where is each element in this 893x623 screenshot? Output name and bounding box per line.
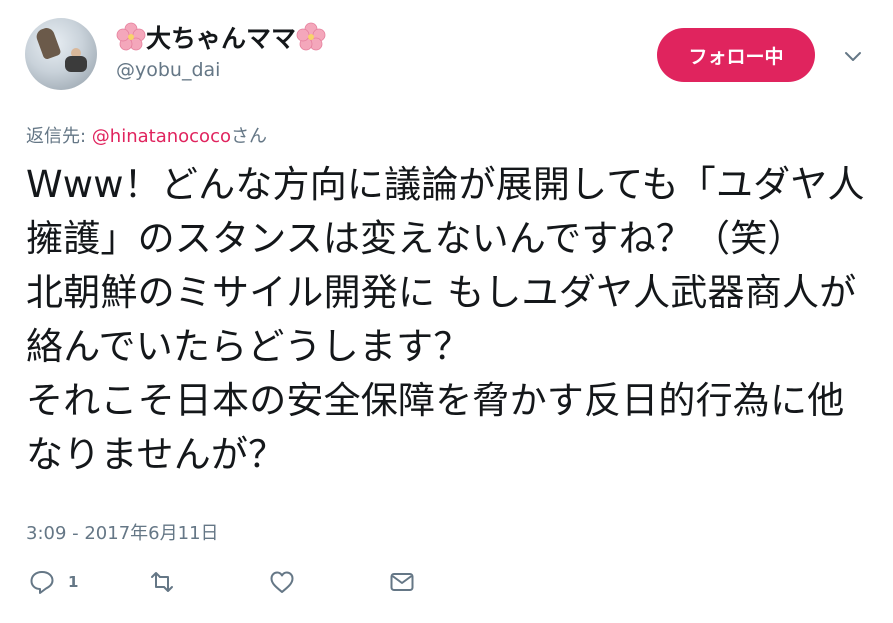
tweet-text: Www！どんな方向に議論が展開しても「ユダヤ人擁護」のスタンスは変えないんですね… — [26, 163, 865, 476]
like-button[interactable] — [268, 568, 296, 596]
display-name: 大ちゃんママ — [146, 24, 297, 53]
reply-prefix: 返信先: — [26, 126, 92, 147]
reply-mention-link[interactable]: @hinatanococo — [92, 126, 231, 147]
display-name-row[interactable]: 大ちゃんママ — [116, 20, 326, 54]
reply-button[interactable]: 1 — [28, 568, 78, 596]
reply-context: 返信先: @hinatanococoさん — [26, 122, 267, 148]
retweet-button[interactable] — [148, 568, 176, 596]
following-button[interactable]: フォロー中 — [657, 28, 815, 82]
reply-count: 1 — [68, 573, 79, 591]
avatar-figure — [34, 25, 62, 61]
tweet-timestamp[interactable]: 3:09 - 2017年6月11日 — [26, 519, 219, 545]
dm-icon — [390, 573, 414, 591]
cherry-blossom-icon — [296, 22, 326, 51]
chevron-down-icon[interactable] — [841, 44, 865, 68]
direct-message-button[interactable] — [388, 568, 416, 596]
cherry-blossom-icon — [116, 22, 146, 51]
reply-suffix: さん — [230, 126, 267, 147]
user-handle[interactable]: @yobu_dai — [116, 59, 220, 81]
avatar[interactable] — [25, 18, 97, 90]
reply-icon — [30, 571, 54, 594]
avatar-figure-body — [65, 56, 87, 72]
retweet-icon — [151, 572, 173, 592]
like-icon — [270, 571, 294, 593]
